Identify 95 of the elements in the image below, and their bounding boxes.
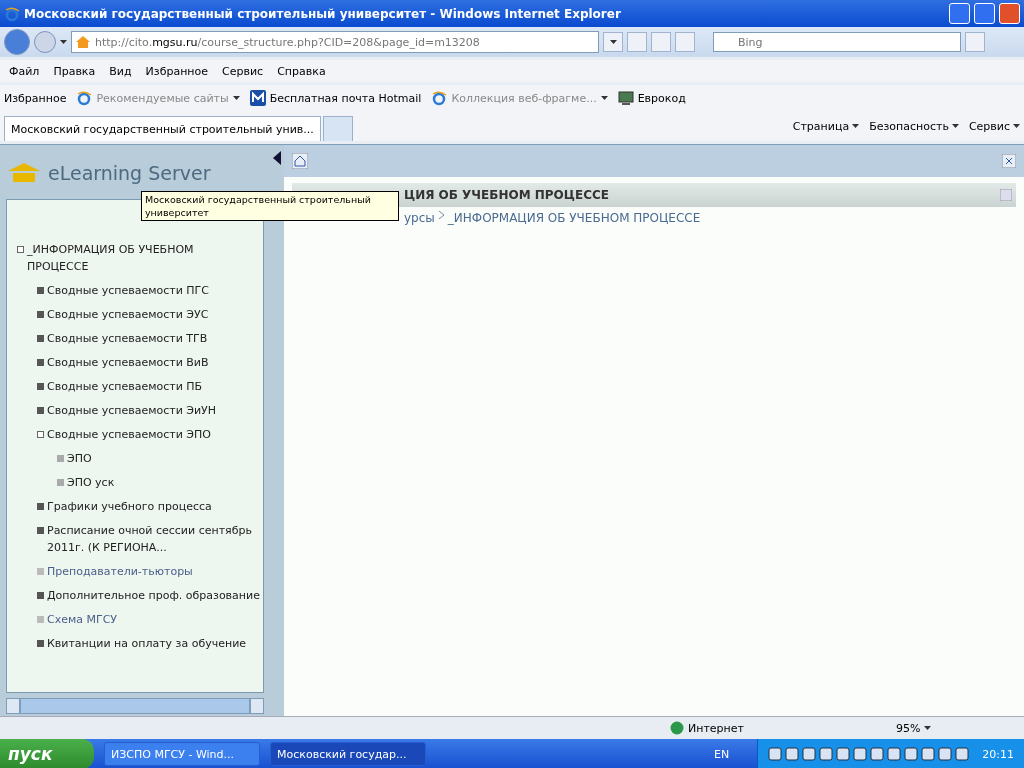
house-icon: [75, 35, 91, 49]
command-menu[interactable]: Сервис: [968, 119, 1010, 133]
tray-icon[interactable]: [921, 747, 936, 761]
address-field[interactable]: http://cito.mgsu.ru/course_structure.php?CID=208&page_id=m13208: [71, 31, 599, 53]
tree-item[interactable]: Преподаватели-тьюторы: [47, 563, 193, 580]
tray-icon[interactable]: [853, 747, 868, 761]
tree-item[interactable]: Расписание очной сессии сентябрь 2011г. (К РЕГИОНА...: [47, 522, 262, 556]
tree-item[interactable]: Сводные успеваемости ЭПО: [47, 426, 211, 443]
mail-logo-icon: [249, 90, 266, 106]
back-button[interactable]: [4, 29, 30, 55]
language-indicator[interactable]: EN: [714, 747, 730, 761]
bullet-icon: [37, 311, 44, 318]
caret-icon: [951, 124, 959, 128]
zoom-level[interactable]: 95%: [896, 721, 921, 735]
favorites-link[interactable]: Еврокод: [637, 91, 686, 105]
bullet-icon: [37, 359, 44, 366]
caret-icon: [232, 96, 240, 100]
tree-item[interactable]: _ИНФОРМАЦИЯ ОБ УЧЕБНОМ ПРОЦЕССЕ: [27, 241, 242, 275]
tray-icon[interactable]: [819, 747, 834, 761]
command-menu[interactable]: Безопасность: [869, 119, 949, 133]
menu-item[interactable]: Правка: [46, 62, 103, 80]
dropdown-button[interactable]: [603, 32, 623, 52]
tree-item[interactable]: Графики учебного процесса: [47, 498, 212, 515]
taskbar-button[interactable]: Московский государ...: [270, 742, 426, 766]
tray-icon[interactable]: [870, 747, 885, 761]
tree-item[interactable]: Сводные успеваемости ПГС: [47, 282, 209, 299]
tray-icon[interactable]: [904, 747, 919, 761]
search-field[interactable]: Bing: [713, 32, 961, 52]
breadcrumb-link[interactable]: урсы: [404, 211, 435, 225]
caret-icon: [609, 40, 617, 44]
menu-item[interactable]: Избранное: [138, 62, 216, 80]
caret-icon: [60, 40, 67, 44]
bullet-icon: [37, 527, 44, 534]
start-button[interactable]: пуск: [0, 739, 94, 768]
tree-item[interactable]: Сводные успеваемости ТГВ: [47, 330, 208, 347]
minimize-button[interactable]: [949, 3, 970, 24]
bullet-icon: [37, 407, 44, 414]
menu-item[interactable]: Сервис: [215, 62, 271, 80]
browser-tab[interactable]: Московский государственный строительный унив...: [4, 116, 321, 141]
bullet-icon: [37, 503, 44, 510]
window-title: Московский государственный строительный университет - Windows Internet Explorer: [24, 6, 622, 21]
tray-icon[interactable]: [768, 747, 783, 761]
tray-icon[interactable]: [938, 747, 953, 761]
taskbar-button[interactable]: ИЗСПО МГСУ - Wind...: [104, 742, 260, 766]
tray-icon[interactable]: [785, 747, 800, 761]
home-icon[interactable]: [292, 153, 308, 169]
bullet-icon: [37, 640, 44, 647]
house-logo-icon: [6, 162, 42, 184]
menu-item[interactable]: Файл: [2, 62, 47, 80]
browser-icon: [4, 5, 20, 22]
bullet-icon: [37, 592, 44, 599]
collapse-panel-icon[interactable]: [273, 151, 281, 165]
logo-text: eLearning Server: [48, 162, 211, 184]
bullet-icon: [37, 383, 44, 390]
bullet-icon: [57, 479, 64, 486]
chevron-icon: [438, 211, 444, 219]
favorites-link[interactable]: Бесплатная почта Hotmail: [269, 91, 422, 105]
caret-icon: [924, 726, 932, 730]
bullet-icon: [57, 455, 64, 462]
command-menu[interactable]: Страница: [792, 119, 850, 133]
globe-icon: [670, 721, 684, 735]
close-icon[interactable]: [1002, 154, 1016, 168]
tree-item[interactable]: Сводные успеваемости ПБ: [47, 378, 203, 395]
collapse-icon[interactable]: [17, 246, 24, 253]
page-heading: ЦИЯ ОБ УЧЕБНОМ ПРОЦЕССЕ: [404, 188, 609, 202]
tree-item[interactable]: Сводные успеваемости ВиВ: [47, 354, 209, 371]
tree-item[interactable]: ЭПО уск: [67, 474, 115, 491]
maximize-button[interactable]: [974, 3, 995, 24]
clock: 20:11: [982, 747, 1014, 761]
bullet-icon: [37, 335, 44, 342]
bullet-icon: [37, 568, 44, 575]
tray-icon[interactable]: [802, 747, 817, 761]
security-zone: Интернет: [688, 721, 744, 735]
tray-icon[interactable]: [955, 747, 970, 761]
tree-item[interactable]: ЭПО: [67, 450, 92, 467]
caret-icon: [1013, 124, 1020, 128]
tree-item[interactable]: Сводные успеваемости ЭиУН: [47, 402, 217, 419]
tree-item[interactable]: Дополнительное проф. образование: [47, 587, 260, 604]
bullet-icon: [37, 616, 44, 623]
monitor-icon: [617, 90, 634, 106]
breadcrumb-link[interactable]: _ИНФОРМАЦИЯ ОБ УЧЕБНОМ ПРОЦЕССЕ: [447, 211, 701, 225]
menu-item[interactable]: Справка: [270, 62, 333, 80]
favorites-button[interactable]: Избранное: [4, 91, 67, 105]
caret-icon: [600, 96, 608, 100]
close-button[interactable]: [999, 3, 1020, 24]
collapse-icon[interactable]: [37, 431, 44, 438]
tree-item[interactable]: Схема МГСУ: [47, 611, 118, 628]
tray-icon[interactable]: [887, 747, 902, 761]
tooltip: Московский государственный строительный университет: [141, 191, 399, 221]
tree-item[interactable]: Сводные успеваемости ЭУС: [47, 306, 209, 323]
bullet-icon: [37, 287, 44, 294]
tree-item[interactable]: Квитанции на оплату за обучение: [47, 635, 247, 652]
tray-icon[interactable]: [836, 747, 851, 761]
menu-item[interactable]: Вид: [102, 62, 139, 80]
caret-icon: [852, 124, 860, 128]
